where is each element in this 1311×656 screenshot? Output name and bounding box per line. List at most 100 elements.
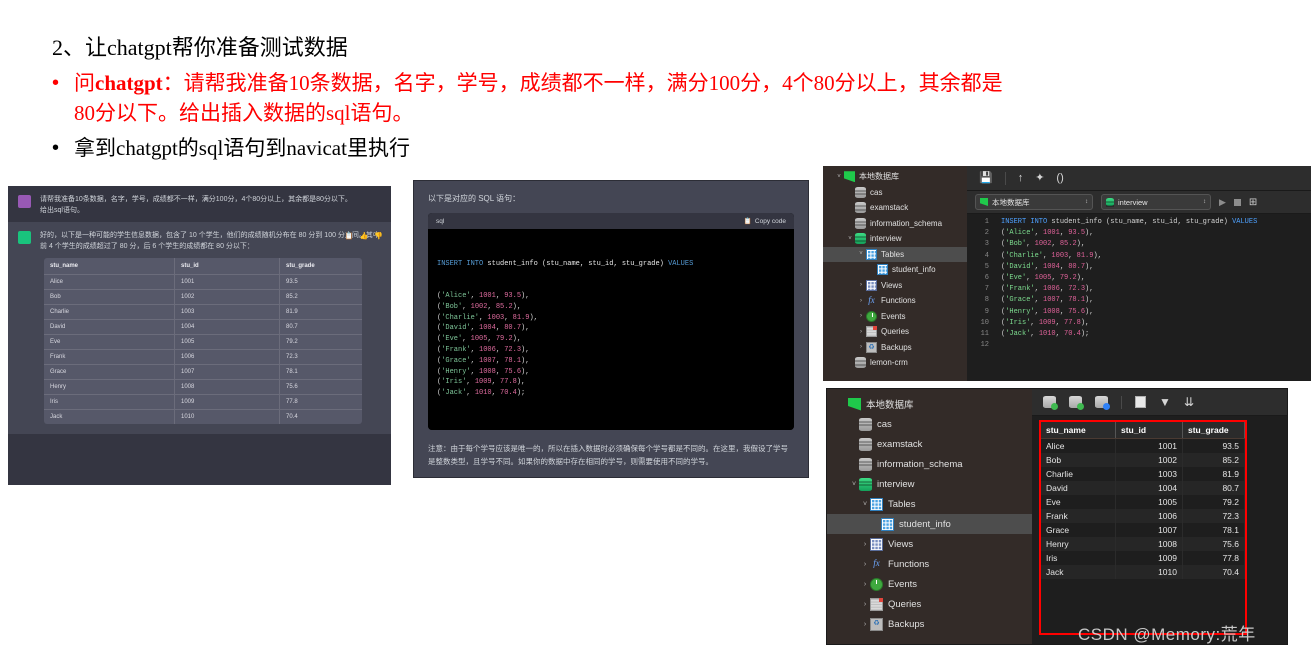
- grid-row[interactable]: Jack 1010 70.4: [1041, 565, 1245, 579]
- parentheses-icon[interactable]: (): [1056, 172, 1063, 184]
- grid-cell[interactable]: Eve: [1041, 495, 1116, 509]
- grid-cell[interactable]: 1005: [1115, 495, 1183, 509]
- chevron-right-icon[interactable]: ›: [860, 621, 870, 628]
- grid-cell[interactable]: 1010: [1115, 565, 1183, 579]
- tree-item--[interactable]: 本地数据库: [827, 394, 1032, 414]
- grid-row[interactable]: Grace 1007 78.1: [1041, 523, 1245, 537]
- tree-item-cas[interactable]: cas: [827, 414, 1032, 434]
- chevron-right-icon[interactable]: ›: [856, 282, 866, 288]
- tree-item-interview[interactable]: ˅ interview: [823, 231, 967, 247]
- chevron-right-icon[interactable]: ›: [860, 601, 870, 608]
- grid-cell[interactable]: Alice: [1041, 438, 1116, 453]
- copy-code-button[interactable]: 📋 Copy code: [744, 217, 786, 226]
- chevron-right-icon[interactable]: ›: [856, 344, 866, 350]
- tree-item-queries[interactable]: › Queries: [827, 594, 1032, 614]
- tree-item-tables[interactable]: ˅ Tables: [823, 246, 967, 262]
- grid-cell[interactable]: 81.9: [1182, 467, 1245, 481]
- grid-cell[interactable]: Iris: [1041, 551, 1116, 565]
- tree-item-views[interactable]: › Views: [823, 278, 967, 294]
- tree-item-student_info[interactable]: student_info: [823, 262, 967, 278]
- stop-icon[interactable]: [1233, 198, 1241, 206]
- grid-cell[interactable]: David: [1041, 481, 1116, 495]
- tree-item-examstack[interactable]: examstack: [823, 200, 967, 216]
- grid-column-stu-id[interactable]: stu_id: [1115, 422, 1183, 439]
- grid-cell[interactable]: 72.3: [1182, 509, 1245, 523]
- tree-item-queries[interactable]: › Queries: [823, 324, 967, 340]
- grid-cell[interactable]: 1003: [1115, 467, 1183, 481]
- new-connection-icon[interactable]: [1043, 396, 1058, 410]
- editor-code-area[interactable]: INSERT INTO student_info (stu_name, stu_…: [993, 214, 1311, 381]
- grid-cell[interactable]: 70.4: [1182, 565, 1245, 579]
- tree-item-backups[interactable]: › ♻ Backups: [827, 614, 1032, 634]
- connection-select[interactable]: 本地数据库 ↕: [975, 194, 1093, 210]
- chevron-right-icon[interactable]: ›: [860, 581, 870, 588]
- grid-row[interactable]: David 1004 80.7: [1041, 481, 1245, 495]
- grid-row[interactable]: Iris 1009 77.8: [1041, 551, 1245, 565]
- tree-item-views[interactable]: › Views: [827, 534, 1032, 554]
- format-icon[interactable]: ✦: [1035, 172, 1044, 184]
- grid-row[interactable]: Henry 1008 75.6: [1041, 537, 1245, 551]
- chevron-down-icon[interactable]: ˅: [856, 251, 866, 257]
- grid-cell[interactable]: 75.6: [1182, 537, 1245, 551]
- tree-item-functions[interactable]: › fx Functions: [823, 293, 967, 309]
- grid-cell[interactable]: 77.8: [1182, 551, 1245, 565]
- grid-column-stu-name[interactable]: stu_name: [1041, 422, 1116, 439]
- grid-cell[interactable]: 1008: [1115, 537, 1183, 551]
- open-connection-icon[interactable]: [1069, 396, 1084, 410]
- connection-info-icon[interactable]: [1095, 396, 1110, 410]
- tree-item-lemon-crm[interactable]: lemon-crm: [823, 355, 967, 371]
- grid-cell[interactable]: Bob: [1041, 453, 1116, 467]
- grid-row[interactable]: Bob 1002 85.2: [1041, 453, 1245, 467]
- sort-icon[interactable]: ⇊: [1184, 396, 1194, 408]
- grid-cell[interactable]: 1001: [1115, 438, 1183, 453]
- result-grid[interactable]: stu_name stu_id stu_grade Alice 1001 93.5 B…: [1041, 422, 1245, 579]
- chevron-down-icon[interactable]: ˅: [849, 481, 859, 488]
- tree-item-cas[interactable]: cas: [823, 185, 967, 201]
- tree-item-information_schema[interactable]: information_schema: [827, 454, 1032, 474]
- grid-cell[interactable]: 79.2: [1182, 495, 1245, 509]
- tree-item-information_schema[interactable]: information_schema: [823, 216, 967, 232]
- chevron-right-icon[interactable]: ›: [860, 561, 870, 568]
- copy-icon[interactable]: 📋: [345, 232, 354, 240]
- tree-item--[interactable]: ˅ 本地数据库: [823, 169, 967, 185]
- grid-cell[interactable]: Henry: [1041, 537, 1116, 551]
- chevron-right-icon[interactable]: ›: [856, 313, 866, 319]
- sql-editor[interactable]: 1 2 3 4 5 6 7 8 9 10 11 12 INSERT INTO student_info…: [967, 214, 1311, 381]
- grid-cell[interactable]: 1002: [1115, 453, 1183, 467]
- tree-item-examstack[interactable]: examstack: [827, 434, 1032, 454]
- grid-cell[interactable]: 85.2: [1182, 453, 1245, 467]
- thumbs-down-icon[interactable]: 👎: [374, 232, 383, 240]
- tree-item-student_info[interactable]: student_info: [827, 514, 1032, 534]
- grid-row[interactable]: Eve 1005 79.2: [1041, 495, 1245, 509]
- grid-cell[interactable]: 1004: [1115, 481, 1183, 495]
- grid-cell[interactable]: 1009: [1115, 551, 1183, 565]
- grid-cell[interactable]: Grace: [1041, 523, 1116, 537]
- grid-cell[interactable]: Charlie: [1041, 467, 1116, 481]
- navicat-bottom-sidebar-tree[interactable]: 本地数据库 cas examstack information_schema ˅ inte…: [827, 389, 1032, 644]
- tree-item-interview[interactable]: ˅ interview: [827, 474, 1032, 494]
- explain-plan-icon[interactable]: ⊞: [1249, 197, 1257, 208]
- grid-cell[interactable]: 1007: [1115, 523, 1183, 537]
- tree-item-events[interactable]: › Events: [823, 309, 967, 325]
- save-icon[interactable]: 💾: [979, 172, 993, 184]
- chevron-down-icon[interactable]: ˅: [860, 501, 870, 508]
- grid-column-stu-grade[interactable]: stu_grade: [1182, 422, 1245, 439]
- tree-item-backups[interactable]: › ♻ Backups: [823, 340, 967, 356]
- navicat-top-sidebar-tree[interactable]: ˅ 本地数据库 cas examstack information_schema ˅ int…: [823, 166, 967, 381]
- grid-cell[interactable]: Jack: [1041, 565, 1116, 579]
- new-document-icon[interactable]: [1135, 396, 1146, 408]
- chevron-right-icon[interactable]: ›: [856, 298, 866, 304]
- beautify-icon[interactable]: ↑: [1018, 172, 1024, 184]
- tree-item-events[interactable]: › Events: [827, 574, 1032, 594]
- thumbs-up-icon[interactable]: 👍: [360, 232, 369, 240]
- run-icon[interactable]: ▶: [1219, 197, 1226, 208]
- grid-cell[interactable]: 80.7: [1182, 481, 1245, 495]
- grid-row[interactable]: Charlie 1003 81.9: [1041, 467, 1245, 481]
- chevron-down-icon[interactable]: ˅: [834, 174, 844, 180]
- tree-item-tables[interactable]: ˅ Tables: [827, 494, 1032, 514]
- chevron-down-icon[interactable]: ˅: [845, 236, 855, 242]
- chevron-right-icon[interactable]: ›: [856, 329, 866, 335]
- grid-cell[interactable]: 93.5: [1182, 438, 1245, 453]
- filter-icon[interactable]: ▼: [1159, 396, 1171, 408]
- chevron-right-icon[interactable]: ›: [860, 541, 870, 548]
